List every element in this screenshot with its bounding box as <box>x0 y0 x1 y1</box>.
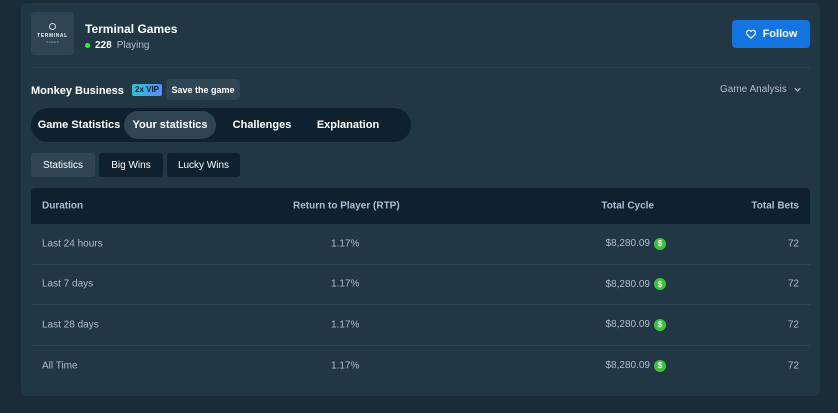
main-tabs: Game Statistics Your statistics Challeng… <box>31 108 411 142</box>
logo-text: TERMINAL <box>37 33 68 39</box>
tab-explanation[interactable]: Explanation <box>308 111 388 139</box>
table-row: Last 24 hours 1.17% $8,280.09 $ 72 <box>31 224 810 265</box>
sub-tabs: Statistics Big Wins Lucky Wins <box>31 153 240 177</box>
statistics-table: Duration Return to Player (RTP) Total Cy… <box>31 188 810 386</box>
subtab-big-wins[interactable]: Big Wins <box>99 153 163 177</box>
total-cycle-cell: $8,280.09 $ <box>605 278 666 291</box>
vip-badge: 2x VIP <box>132 84 163 96</box>
total-bets-cell: 72 <box>787 238 799 250</box>
rtp-cell: 1.17% <box>331 319 360 331</box>
rtp-cell: 1.17% <box>331 238 360 250</box>
duration-cell: Last 24 hours <box>42 238 103 250</box>
header-total-cycle: Total Cycle <box>601 200 654 212</box>
header-rtp: Return to Player (RTP) <box>293 200 400 212</box>
tab-your-statistics[interactable]: Your statistics <box>124 111 216 139</box>
subtab-lucky-wins[interactable]: Lucky Wins <box>167 153 240 177</box>
total-bets-cell: 72 <box>787 360 799 372</box>
players-count: 228 <box>95 40 112 51</box>
logo-subtext: GAMES <box>45 40 60 44</box>
rtp-cell: 1.17% <box>331 278 360 290</box>
provider-logo[interactable]: TERMINAL GAMES <box>31 12 74 55</box>
duration-cell: Last 28 days <box>42 319 99 331</box>
game-analysis-dropdown[interactable]: Game Analysis <box>720 84 802 95</box>
dollar-coin-icon: $ <box>654 359 666 372</box>
chevron-down-icon <box>794 87 801 92</box>
table-row: Last 7 days 1.17% $8,280.09 $ 72 <box>31 265 810 305</box>
players-label: Playing <box>116 40 150 51</box>
duration-cell: Last 7 days <box>42 278 94 290</box>
provider-name[interactable]: Terminal Games <box>85 22 177 36</box>
logo-mark-icon <box>49 23 56 30</box>
header-divider <box>31 67 810 68</box>
total-cycle-cell: $8,280.09 $ <box>605 318 666 331</box>
online-dot-icon <box>85 43 90 48</box>
dollar-coin-icon: $ <box>654 237 666 250</box>
follow-button[interactable]: Follow <box>732 20 810 48</box>
game-info-panel: TERMINAL GAMES Terminal Games 228 Playin… <box>21 3 820 396</box>
total-cycle-value: $8,280.09 <box>605 360 651 372</box>
rtp-cell: 1.17% <box>331 360 360 372</box>
duration-cell: All Time <box>42 360 78 372</box>
follow-label: Follow <box>762 28 798 40</box>
header-duration: Duration <box>42 200 84 212</box>
table-header: Duration Return to Player (RTP) Total Cy… <box>31 188 810 224</box>
tab-game-statistics[interactable]: Game Statistics <box>34 111 124 139</box>
total-cycle-value: $8,280.09 <box>605 278 651 290</box>
total-cycle-cell: $8,280.09 $ <box>605 359 666 372</box>
table-row: Last 28 days 1.17% $8,280.09 $ 72 <box>31 305 810 346</box>
total-cycle-value: $8,280.09 <box>605 319 651 331</box>
total-cycle-cell: $8,280.09 $ <box>605 237 666 250</box>
total-cycle-value: $8,280.09 <box>605 238 651 250</box>
tab-challenges[interactable]: Challenges <box>216 111 308 139</box>
total-bets-cell: 72 <box>787 278 799 290</box>
game-title: Monkey Business <box>31 85 124 97</box>
dollar-coin-icon: $ <box>654 278 666 291</box>
game-analysis-label: Game Analysis <box>720 84 787 95</box>
heart-icon <box>745 29 756 39</box>
total-bets-cell: 72 <box>787 319 799 331</box>
subtab-statistics[interactable]: Statistics <box>31 153 95 177</box>
players-online: 228 Playing <box>85 40 150 51</box>
dollar-coin-icon: $ <box>654 318 666 331</box>
header-total-bets: Total Bets <box>751 200 799 212</box>
table-row: All Time 1.17% $8,280.09 $ 72 <box>31 346 810 387</box>
save-game-button[interactable]: Save the game <box>166 79 240 100</box>
